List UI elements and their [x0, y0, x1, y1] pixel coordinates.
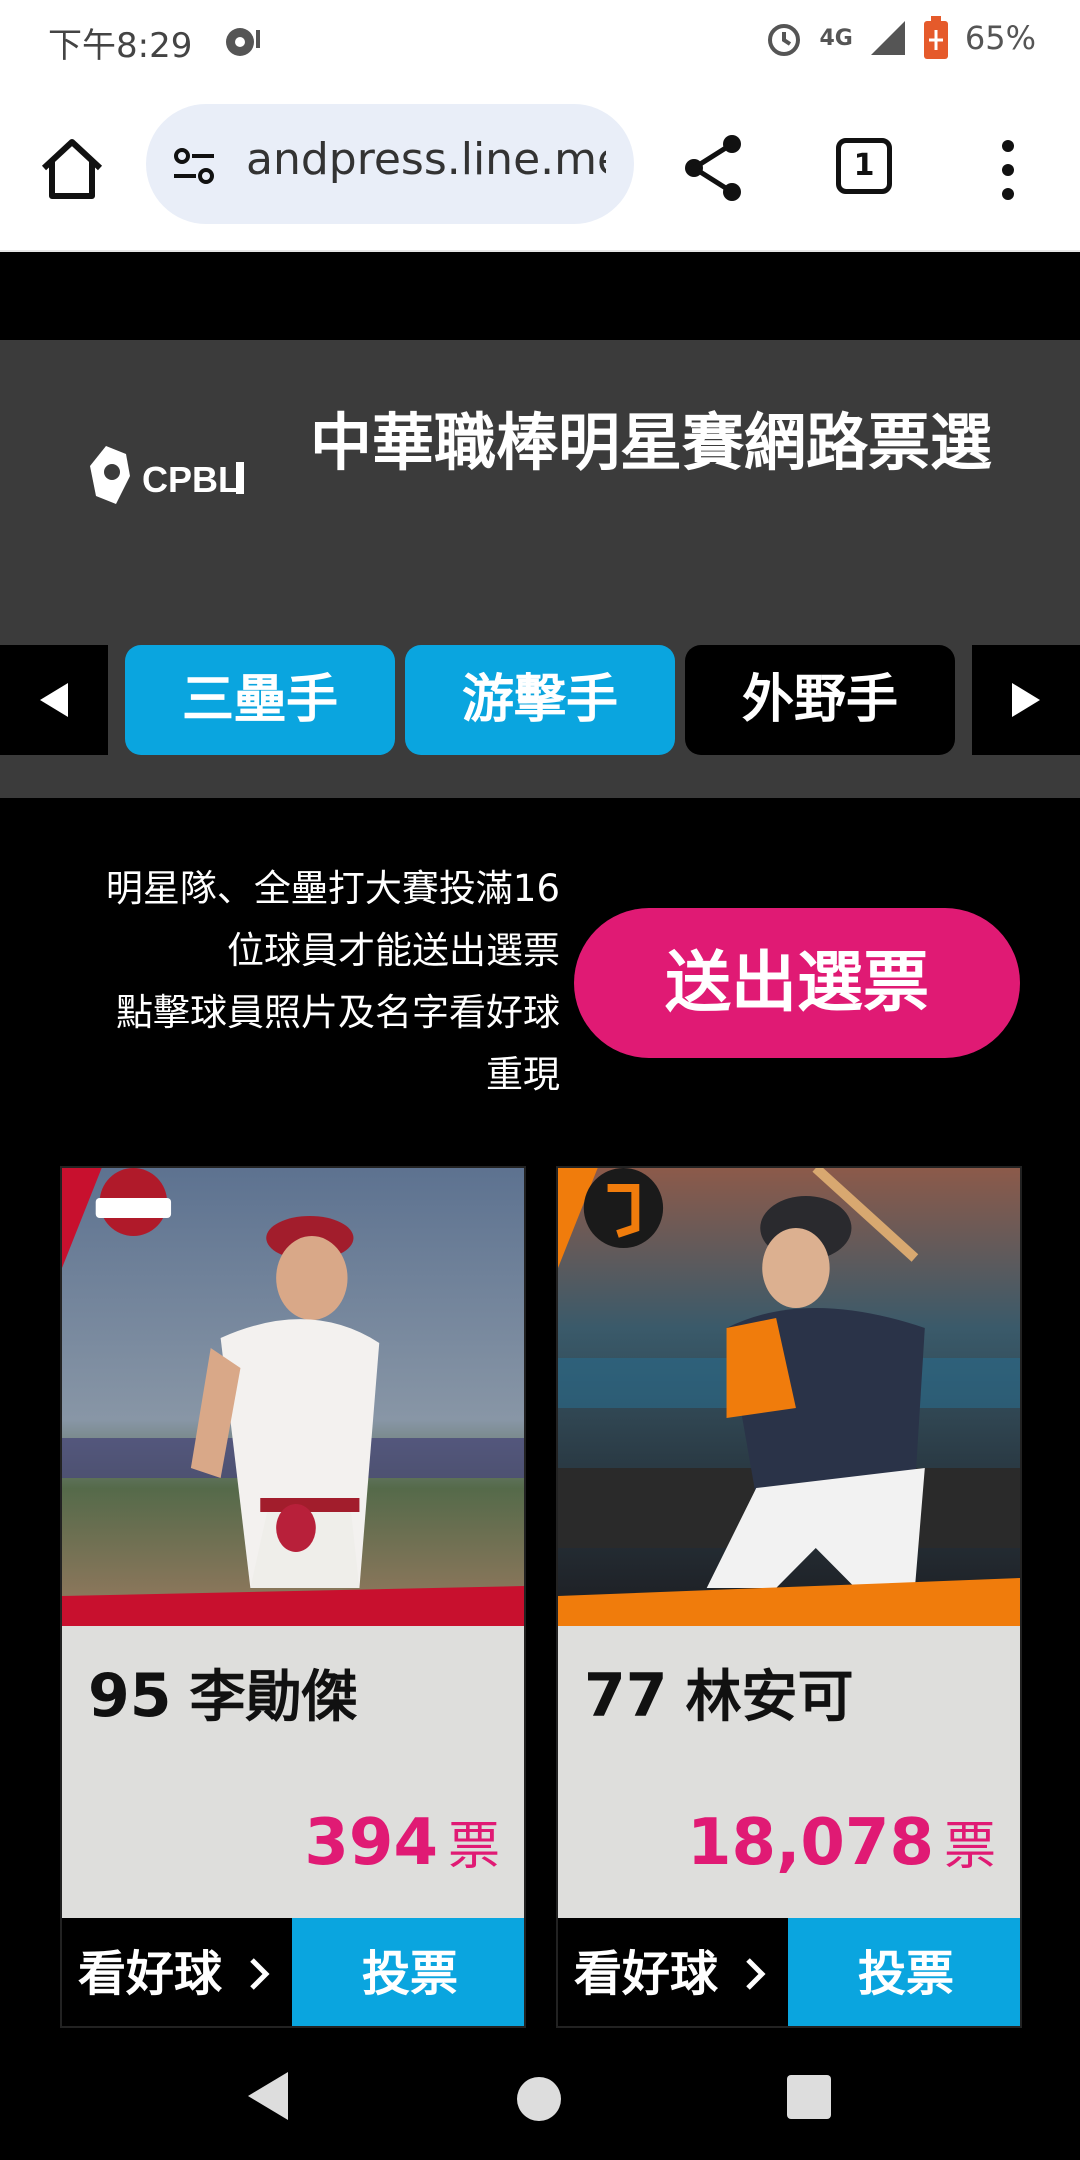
site-settings-icon[interactable] [168, 140, 220, 192]
signal-icon [870, 21, 905, 55]
page-header: CPBL 中華職棒明星賽網路票選 三壘手 游擊手 外野手 [0, 340, 1080, 798]
status-time: 下午8:29 [48, 26, 193, 66]
vote-total: 394 票 [304, 1804, 500, 1880]
card-actions: 看好球 投票 [558, 1918, 1020, 2026]
triangle-right-icon [1012, 683, 1040, 717]
vote-count: 394 [304, 1806, 438, 1880]
vote-count: 18,078 [687, 1806, 934, 1880]
tab-outfielder[interactable]: 外野手 [685, 645, 955, 755]
vote-button[interactable]: 投票 [292, 1918, 524, 2026]
tab-third-base[interactable]: 三壘手 [125, 645, 395, 755]
page-title: 中華職棒明星賽網路票選 [310, 406, 993, 479]
notification-icon [226, 28, 260, 56]
recent-apps-icon[interactable] [786, 2074, 832, 2120]
chevron-right-icon [746, 1958, 766, 1990]
player-card: 95 李勛傑 394 票 看好球 投票 [60, 1166, 526, 2028]
share-icon[interactable] [682, 132, 746, 204]
browser-toolbar: andpress.line.me 1 [0, 84, 1080, 252]
home-nav-icon[interactable] [516, 2076, 562, 2122]
vote-button[interactable]: 投票 [788, 1918, 1020, 2026]
notice-line: 明星隊、全壘打大賽投滿16 [105, 867, 560, 910]
highlight-button[interactable]: 看好球 [62, 1918, 292, 2026]
alarm-icon [767, 24, 800, 56]
player-photo[interactable] [558, 1168, 1020, 1626]
notice-line: 重現 [486, 1053, 560, 1096]
more-menu-icon[interactable] [990, 134, 1026, 206]
battery-level: 65% [964, 19, 1036, 57]
highlight-button[interactable]: 看好球 [558, 1918, 788, 2026]
prev-tab-button[interactable] [0, 645, 108, 755]
tab-shortstop[interactable]: 游擊手 [405, 645, 675, 755]
vote-total: 18,078 票 [687, 1804, 996, 1880]
player-number: 77 [584, 1661, 668, 1731]
cpbl-logo: CPBL [90, 446, 244, 504]
status-bar: 下午8:29 4G 65% [0, 0, 1080, 84]
voting-notice: 明星隊、全壘打大賽投滿16 位球員才能送出選票 點擊球員照片及名字看好球 重現 [60, 858, 560, 1106]
notice-line: 點擊球員照片及名字看好球 [116, 991, 560, 1034]
player-photo[interactable] [62, 1168, 524, 1626]
address-bar[interactable]: andpress.line.me [146, 104, 634, 224]
player-name: 林安可 [685, 1665, 854, 1730]
position-tabs: 三壘手 游擊手 外野手 [0, 645, 1080, 755]
back-icon[interactable] [244, 2068, 292, 2124]
notice-line: 位球員才能送出選票 [227, 929, 560, 972]
triangle-left-icon [40, 683, 68, 717]
vote-unit: 票 [447, 1817, 500, 1877]
player-info[interactable]: 77 林安可 18,078 票 [558, 1626, 1020, 1918]
network-type: 4G [819, 25, 853, 51]
player-card: 77 林安可 18,078 票 看好球 投票 [556, 1166, 1022, 2028]
player-name: 李勛傑 [189, 1665, 358, 1730]
logo-text: CPBL [142, 459, 240, 500]
highlight-label: 看好球 [78, 1946, 223, 2002]
home-icon[interactable] [36, 134, 108, 206]
top-band [0, 252, 1080, 340]
player-name-line[interactable]: 77 林安可 [584, 1652, 854, 1733]
vote-unit: 票 [943, 1817, 996, 1877]
next-tab-button[interactable] [972, 645, 1080, 755]
player-name-line[interactable]: 95 李勛傑 [88, 1652, 358, 1733]
chevron-right-icon [250, 1958, 270, 1990]
url-text[interactable]: andpress.line.me [246, 134, 606, 185]
tab-switcher-button[interactable]: 1 [836, 138, 892, 194]
system-nav-bar [0, 2028, 1080, 2160]
player-info[interactable]: 95 李勛傑 394 票 [62, 1626, 524, 1918]
card-actions: 看好球 投票 [62, 1918, 524, 2026]
player-number: 95 [88, 1661, 172, 1731]
submit-ballot-button[interactable]: 送出選票 [574, 908, 1020, 1058]
battery-icon [923, 16, 948, 59]
highlight-label: 看好球 [574, 1946, 719, 2002]
